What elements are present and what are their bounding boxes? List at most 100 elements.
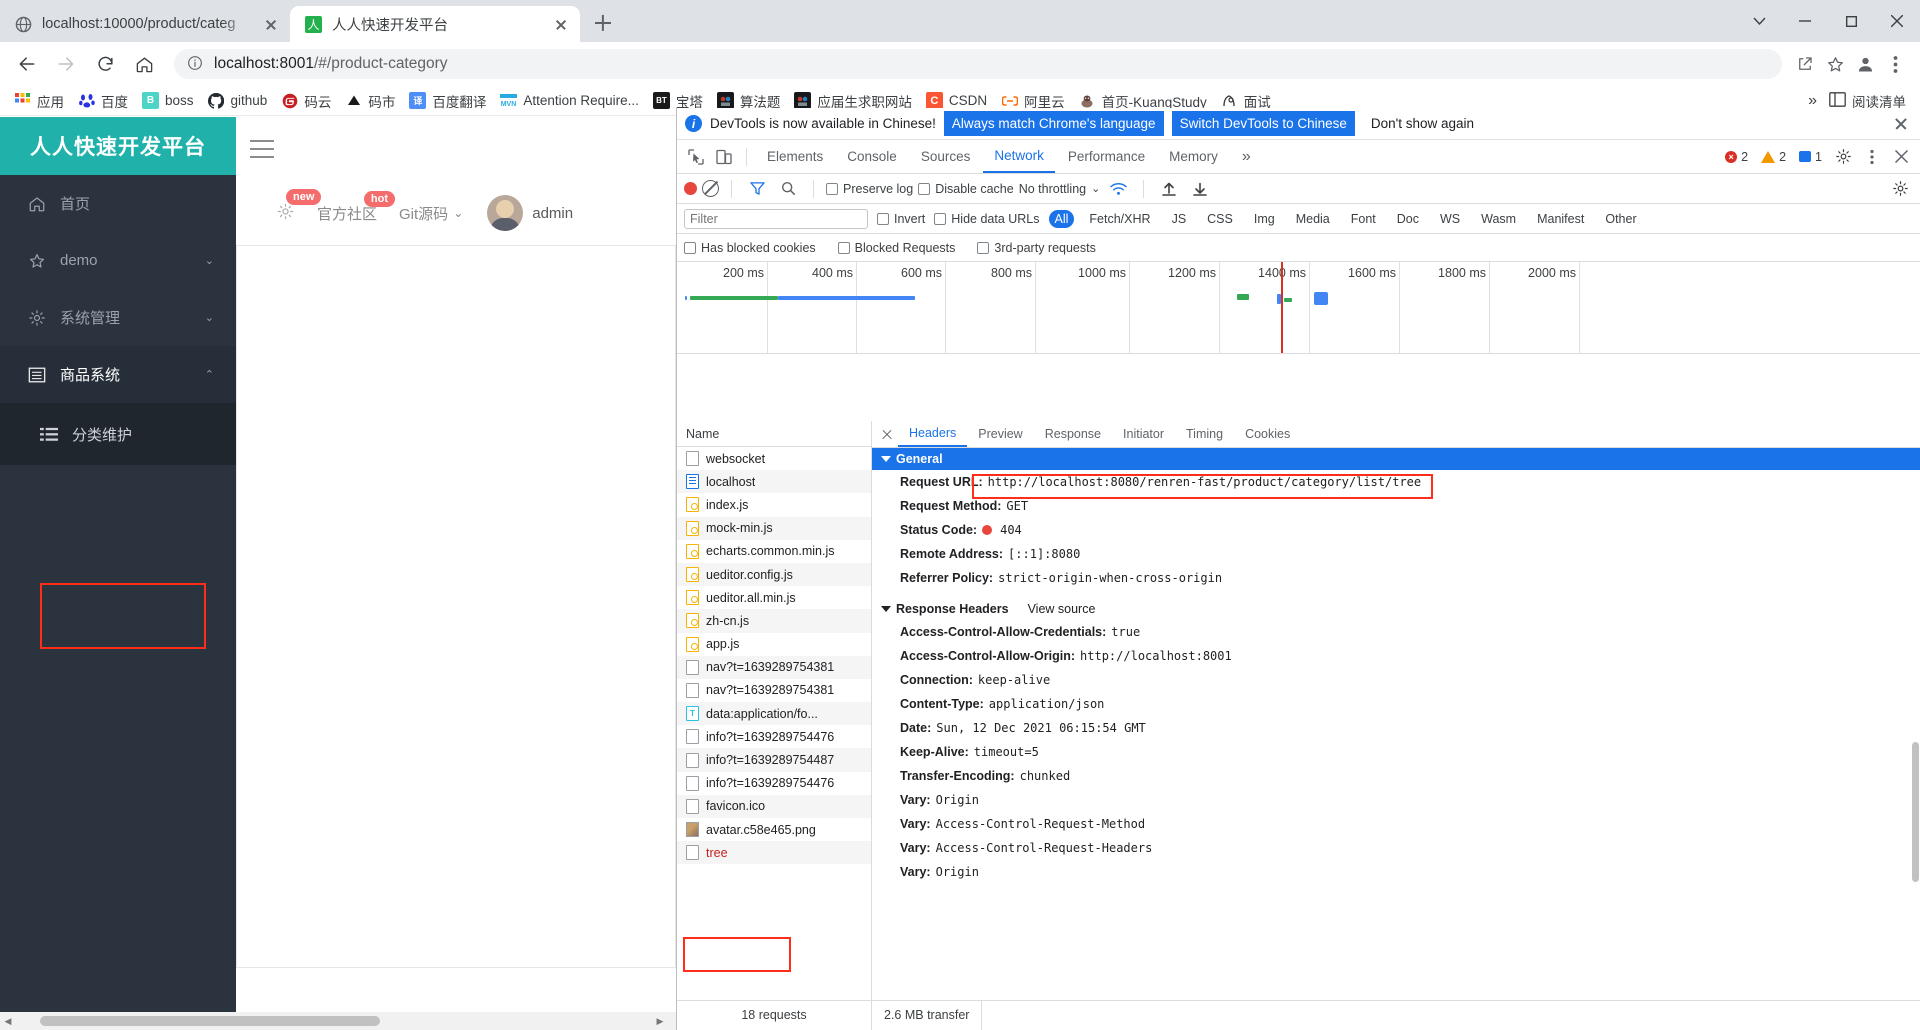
bookmark-apps[interactable]: 应用	[8, 88, 70, 114]
table-row[interactable]: favicon.ico	[677, 794, 871, 818]
user-menu[interactable]: admin	[487, 195, 573, 231]
tab-sources[interactable]: Sources	[910, 140, 982, 173]
hide-data-urls-checkbox[interactable]: Hide data URLs	[934, 212, 1040, 226]
upload-arrow-icon[interactable]	[1156, 176, 1182, 202]
checkbox-box[interactable]	[977, 241, 990, 254]
gear-icon[interactable]	[1830, 144, 1856, 170]
table-row[interactable]: localhost	[677, 470, 871, 494]
tab-search-icon[interactable]	[1736, 0, 1782, 42]
filter-input[interactable]	[684, 208, 868, 229]
browser-tab-1[interactable]: 人 人人快速开发平台	[290, 6, 580, 42]
invert-checkbox[interactable]: Invert	[877, 212, 925, 226]
table-row[interactable]: nav?t=1639289754381	[677, 655, 871, 679]
requests-list[interactable]: websocket localhost index.js mock-min.js…	[677, 447, 871, 1000]
close-icon[interactable]	[552, 15, 570, 33]
share-icon[interactable]	[1790, 49, 1820, 79]
community-quicklink[interactable]: 官方社区 hot	[317, 190, 396, 224]
tab-memory[interactable]: Memory	[1158, 140, 1229, 173]
settings-quicklink[interactable]: new	[276, 188, 322, 225]
filter-type-css[interactable]: CSS	[1201, 210, 1239, 228]
close-devtools-icon[interactable]	[1888, 144, 1914, 170]
menu-icon[interactable]	[250, 140, 274, 158]
filter-type-ws[interactable]: WS	[1434, 210, 1466, 228]
third-party-requests-checkbox[interactable]: 3rd-party requests	[977, 241, 1096, 255]
checkbox-box[interactable]	[934, 212, 947, 225]
bookmark-mashi[interactable]: 码市	[339, 88, 401, 114]
filter-type-media[interactable]: Media	[1290, 210, 1336, 228]
table-row[interactable]: index.js	[677, 493, 871, 516]
app-horizontal-scrollbar[interactable]: ◀ ▶	[0, 1012, 676, 1030]
preserve-log-checkbox[interactable]: Preserve log	[826, 182, 913, 196]
git-source-quicklink[interactable]: Git源码 ⌄	[399, 203, 463, 224]
bookmark-boss[interactable]: B boss	[136, 89, 200, 112]
filter-type-other[interactable]: Other	[1599, 210, 1642, 228]
tab-elements[interactable]: Elements	[756, 140, 834, 173]
checkbox-box[interactable]	[918, 182, 931, 195]
checkbox-box[interactable]	[877, 212, 889, 225]
table-row[interactable]: app.js	[677, 633, 871, 656]
detail-tab-initiator[interactable]: Initiator	[1112, 421, 1175, 447]
network-settings-gear-icon[interactable]	[1887, 176, 1913, 202]
detail-tab-headers[interactable]: Headers	[898, 421, 968, 447]
wifi-icon[interactable]	[1105, 176, 1131, 202]
sidebar-item-home[interactable]: 首页	[0, 175, 236, 232]
filter-type-img[interactable]: Img	[1248, 210, 1281, 228]
table-row[interactable]: info?t=1639289754476	[677, 725, 871, 748]
table-row[interactable]: zh-cn.js	[677, 609, 871, 633]
sidebar-item-product[interactable]: 商品系统 ⌃	[0, 346, 236, 403]
search-icon[interactable]	[775, 176, 801, 202]
close-window-button[interactable]	[1874, 0, 1920, 42]
profile-icon[interactable]	[1850, 49, 1880, 79]
detail-tab-response[interactable]: Response	[1034, 421, 1112, 447]
table-row[interactable]: info?t=1639289754476	[677, 772, 871, 795]
blocked-requests-checkbox[interactable]: Blocked Requests	[837, 241, 955, 255]
forward-button[interactable]	[49, 47, 83, 81]
view-source-link[interactable]: View source	[1028, 602, 1096, 616]
network-overview-timeline[interactable]: 200 ms 400 ms 600 ms 800 ms 1000 ms 1200…	[677, 262, 1920, 354]
table-row[interactable]: ueditor.config.js	[677, 562, 871, 587]
checkbox-box[interactable]	[684, 241, 696, 254]
sidebar-item-category-maintain[interactable]: 分类维护	[0, 403, 236, 465]
download-arrow-icon[interactable]	[1187, 176, 1213, 202]
reload-button[interactable]	[88, 47, 122, 81]
menu-dots-icon[interactable]	[1880, 49, 1910, 79]
table-row[interactable]: websocket	[677, 447, 871, 470]
minimize-button[interactable]	[1782, 0, 1828, 42]
scrollbar-thumb[interactable]	[1912, 742, 1919, 882]
record-button[interactable]	[684, 182, 697, 195]
sidebar-item-demo[interactable]: demo ⌄	[0, 232, 236, 289]
warning-count[interactable]: 2	[1756, 148, 1791, 166]
detail-tab-preview[interactable]: Preview	[967, 421, 1033, 447]
tab-network[interactable]: Network	[983, 140, 1055, 173]
bookmark-mvn[interactable]: MVN Attention Require...	[494, 89, 645, 112]
tab-performance[interactable]: Performance	[1057, 140, 1156, 173]
dont-show-again-button[interactable]: Don't show again	[1363, 111, 1482, 136]
back-button[interactable]	[10, 47, 44, 81]
table-row[interactable]: ueditor.all.min.js	[677, 586, 871, 609]
table-row[interactable]: avatar.c58e465.png	[677, 818, 871, 841]
detail-tab-timing[interactable]: Timing	[1175, 421, 1234, 447]
funnel-icon[interactable]	[744, 176, 770, 202]
browser-tab-0[interactable]: localhost:10000/product/categ	[0, 6, 290, 42]
device-toolbar-icon[interactable]	[711, 144, 737, 170]
home-button[interactable]	[127, 47, 161, 81]
close-detail-icon[interactable]	[876, 423, 898, 445]
cursor-select-icon[interactable]	[683, 144, 709, 170]
filter-type-manifest[interactable]: Manifest	[1531, 210, 1590, 228]
always-match-language-button[interactable]: Always match Chrome's language	[943, 111, 1164, 136]
table-row[interactable]: echarts.common.min.js	[677, 540, 871, 563]
scroll-left-arrow[interactable]: ◀	[0, 1016, 16, 1027]
table-row[interactable]: nav?t=1639289754381	[677, 679, 871, 702]
response-headers-section-header[interactable]: Response Headers View source	[872, 598, 1920, 620]
error-count[interactable]: × 2	[1720, 148, 1753, 166]
tabs-overflow-icon[interactable]: »	[1231, 140, 1262, 173]
bookmark-gitee[interactable]: 码云	[275, 88, 337, 114]
maximize-button[interactable]	[1828, 0, 1874, 42]
detail-scrollbar[interactable]	[1911, 734, 1920, 970]
clear-icon[interactable]	[702, 180, 719, 197]
tab-console[interactable]: Console	[836, 140, 908, 173]
table-row[interactable]: info?t=1639289754487	[677, 748, 871, 772]
star-icon[interactable]	[1820, 49, 1850, 79]
close-icon[interactable]	[262, 15, 280, 33]
checkbox-box[interactable]	[837, 241, 850, 254]
